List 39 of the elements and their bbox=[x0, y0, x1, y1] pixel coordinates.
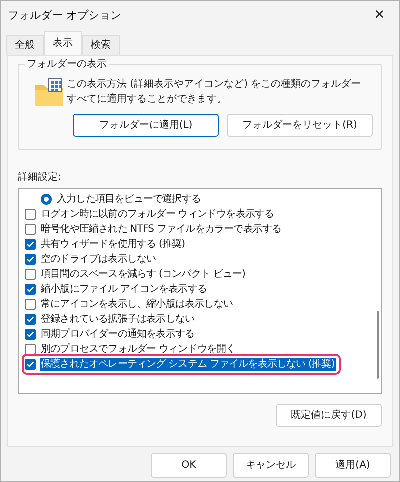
radio-button[interactable] bbox=[41, 194, 52, 205]
folder-button[interactable]: フォルダーをリセット(R) bbox=[227, 114, 373, 137]
close-button[interactable]: ✕ bbox=[370, 6, 389, 26]
option-label[interactable]: 暗号化や圧縮された NTFS ファイルをカラーで表示する bbox=[40, 223, 283, 236]
checkbox[interactable] bbox=[25, 314, 36, 325]
checkbox[interactable] bbox=[25, 254, 36, 265]
checkbox[interactable] bbox=[25, 284, 36, 295]
checkbox[interactable] bbox=[25, 269, 36, 280]
dialog-button[interactable]: キャンセル bbox=[233, 453, 309, 478]
checkbox[interactable] bbox=[25, 299, 36, 310]
scrollbar-thumb[interactable] bbox=[376, 311, 378, 379]
option-label[interactable]: 共有ウィザードを使用する (推奨) bbox=[40, 238, 186, 251]
checkbox[interactable] bbox=[25, 359, 36, 370]
option-label[interactable]: 空のドライブは表示しない bbox=[40, 253, 158, 266]
option-label[interactable]: 同期プロバイダーの通知を表示する bbox=[40, 328, 196, 341]
option-label[interactable]: 入力した項目をビューで選択する bbox=[56, 193, 202, 206]
option-label[interactable]: ログオン時に以前のフォルダー ウィンドウを表示する bbox=[40, 208, 276, 221]
section-label: 詳細設定: bbox=[18, 170, 62, 185]
checkbox[interactable] bbox=[25, 239, 36, 250]
option-label[interactable]: 別のプロセスでフォルダー ウィンドウを開く bbox=[40, 343, 237, 356]
option-label[interactable]: 項目間のスペースを減らす (コンパクト ビュー) bbox=[40, 268, 247, 281]
tab[interactable]: 検索 bbox=[82, 35, 120, 55]
checkbox[interactable] bbox=[25, 224, 36, 235]
checkbox[interactable] bbox=[25, 329, 36, 340]
window-title: フォルダー オプション bbox=[8, 8, 122, 24]
dialog-button[interactable]: 適用(A) bbox=[315, 453, 391, 478]
checkbox[interactable] bbox=[25, 344, 36, 355]
option-label[interactable]: 保護されたオペレーティング システム ファイルを表示しない (推奨) bbox=[40, 358, 336, 371]
tab[interactable]: 全般 bbox=[6, 35, 44, 55]
dialog-button[interactable]: OK bbox=[151, 453, 227, 478]
option-label[interactable]: 登録されている拡張子は表示しない bbox=[40, 313, 196, 326]
option-label[interactable]: 常にアイコンを表示し、縮小版は表示しない bbox=[40, 298, 234, 311]
folder-button[interactable]: フォルダーに適用(L) bbox=[73, 114, 219, 137]
restore-defaults-button[interactable]: 既定値に戻す(D) bbox=[276, 404, 382, 427]
tab[interactable]: 表示 bbox=[44, 31, 82, 55]
checkbox[interactable] bbox=[25, 209, 36, 220]
option-label[interactable]: 縮小版にファイル アイコンを表示する bbox=[40, 283, 208, 296]
description-text: この表示方法 (詳細表示やアイコンなど) をこの種類のフォルダーすべてに適用することができます。 bbox=[67, 78, 362, 107]
folder-icon bbox=[33, 77, 65, 109]
